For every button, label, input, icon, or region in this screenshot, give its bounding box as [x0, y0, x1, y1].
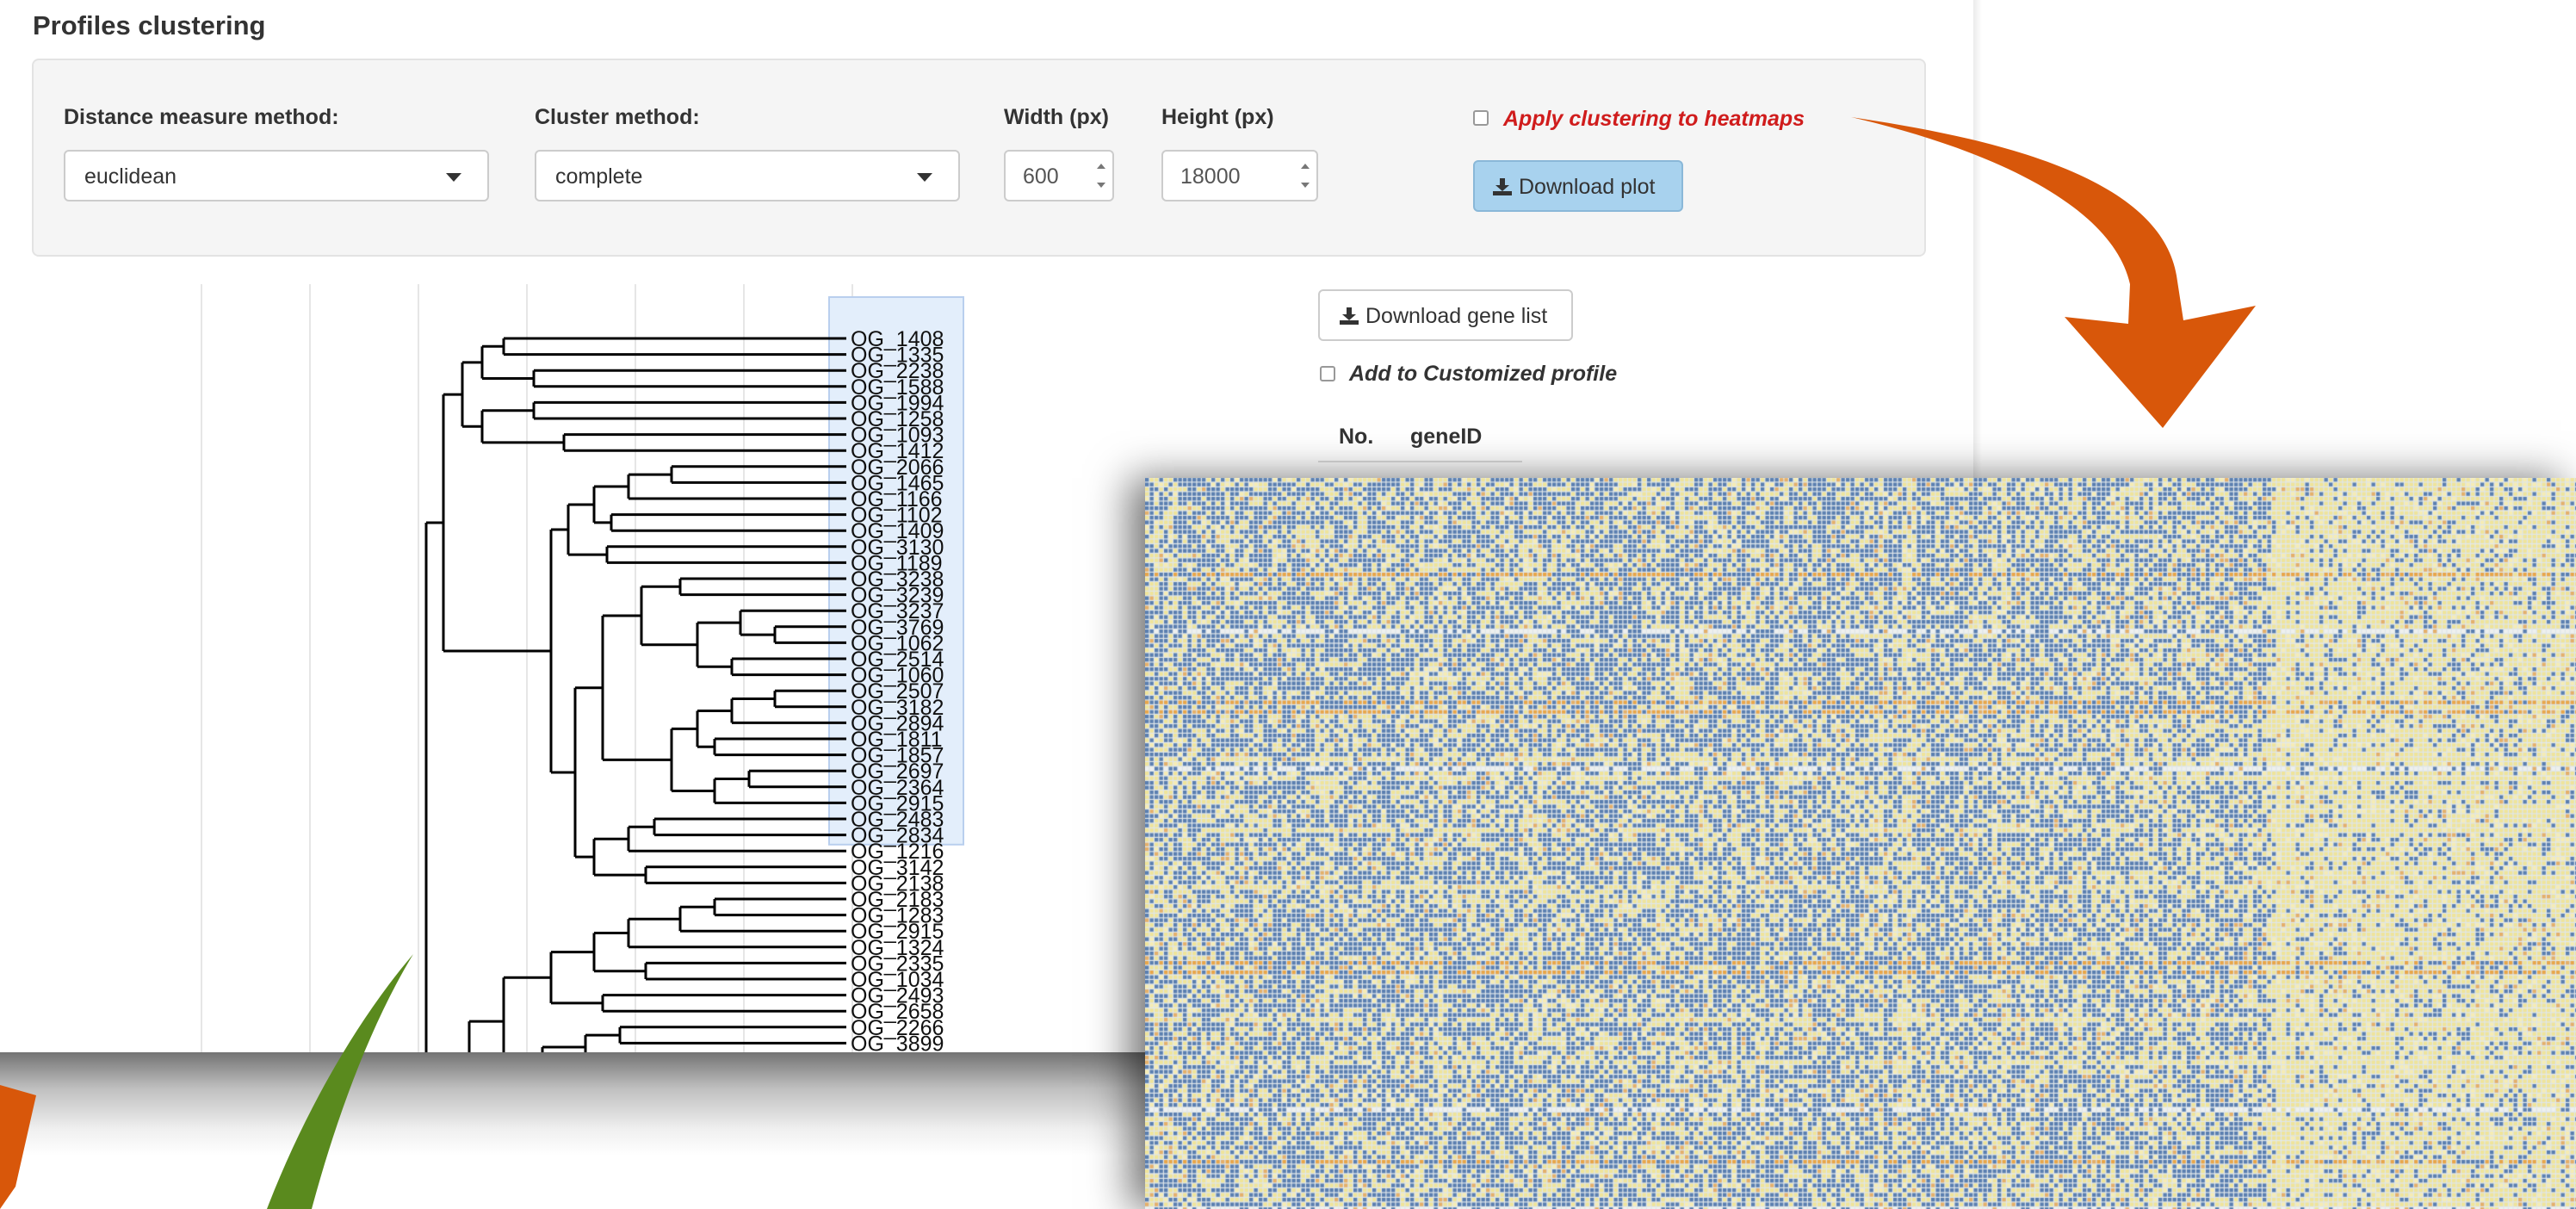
phylogenetic-heatmap — [1145, 478, 2576, 1209]
arrow-orange-small-icon — [0, 1085, 36, 1209]
arrow-orange-icon — [1851, 117, 2256, 428]
heatmap-panel — [1145, 478, 2576, 1209]
arrow-green-icon — [267, 954, 413, 1209]
